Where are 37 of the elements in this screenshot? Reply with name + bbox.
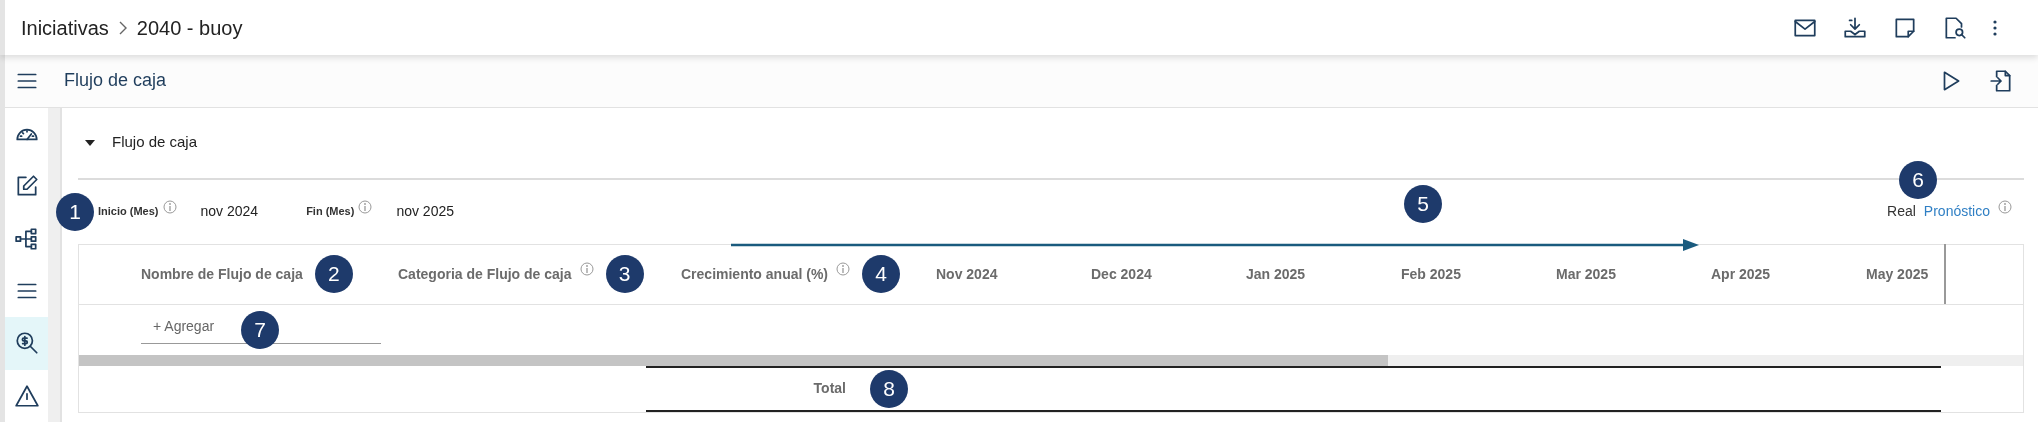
column-header: Categoria de Flujo de caja (398, 264, 572, 284)
column-header: Apr 2025 (1711, 264, 1771, 284)
breadcrumb-item[interactable]: Iniciativas (21, 12, 109, 43)
legend-item[interactable]: Real (1887, 201, 1916, 222)
column-header: Mar 2025 (1556, 264, 1616, 284)
export-icon[interactable] (1988, 67, 2014, 94)
annotation-marker: 7 (241, 310, 279, 349)
document-search-icon[interactable] (1942, 14, 1968, 41)
filter-value[interactable]: nov 2025 (396, 201, 454, 222)
filter-value[interactable]: nov 2024 (200, 201, 259, 222)
column-header: Jan 2025 (1246, 264, 1306, 284)
filter-label: Fin (Mes) (306, 204, 355, 220)
hierarchy-icon[interactable] (13, 225, 40, 252)
section-title[interactable]: Flujo de caja (112, 131, 198, 154)
column-header: May 2025 (1866, 264, 1929, 284)
annotation-marker: 5 (1404, 184, 1442, 223)
annotation-marker: 8 (870, 369, 908, 408)
caret-icon[interactable] (84, 138, 96, 147)
legend-item[interactable]: Pronóstico (1923, 201, 1990, 222)
filter-label: Inicio (Mes) (98, 204, 159, 220)
sidebar-item[interactable] (5, 317, 48, 370)
search-icon[interactable] (13, 330, 40, 357)
column-header: Nov 2024 (936, 264, 998, 284)
breadcrumb-item: 2040 - buoy (136, 15, 243, 41)
annotation-marker: 6 (1899, 161, 1938, 199)
column-header: Crecimiento anual (%) (681, 264, 829, 284)
column-header: Dec 2024 (1091, 264, 1152, 284)
annotation-marker: 1 (56, 192, 94, 231)
column-header: Feb 2025 (1401, 264, 1461, 284)
warning-icon[interactable] (13, 382, 40, 409)
total-label: Total (812, 379, 846, 398)
annotation-marker: 3 (605, 255, 644, 293)
annotation-marker: 4 (862, 255, 901, 293)
scrollbar-thumb[interactable] (79, 354, 1388, 366)
annotation-marker: 2 (314, 255, 353, 293)
column-header: Nombre de Flujo de caja (141, 264, 303, 284)
page-title: Flujo de caja (64, 69, 167, 93)
